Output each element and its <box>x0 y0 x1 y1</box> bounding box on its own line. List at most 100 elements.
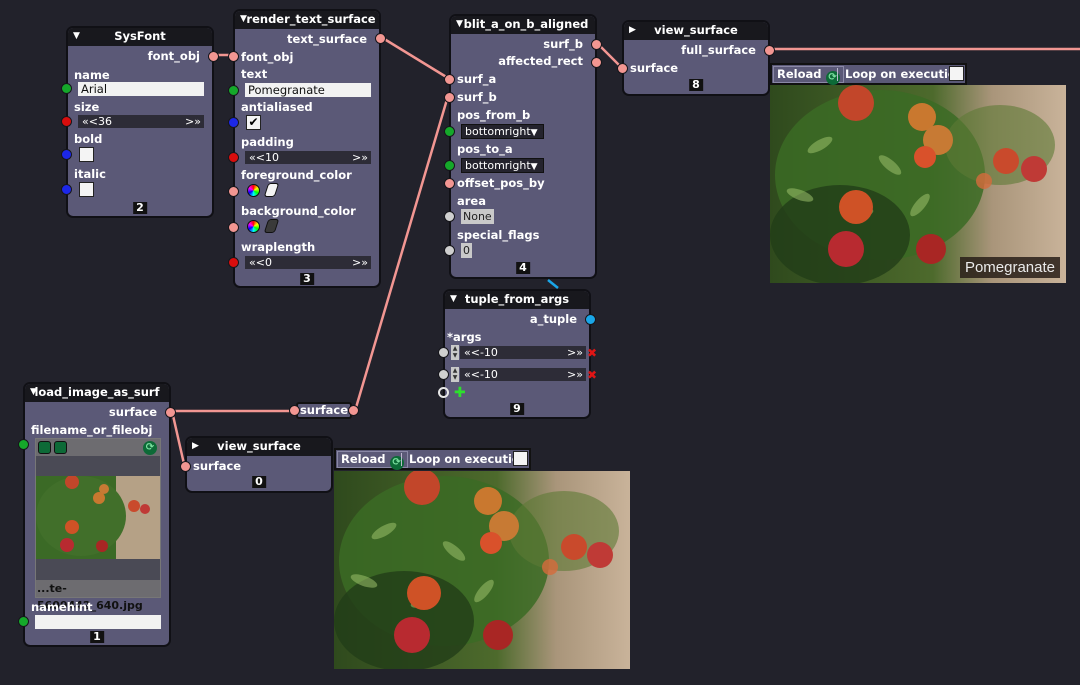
input-socket-font-obj[interactable] <box>228 51 239 62</box>
add-arg-icon[interactable]: ✚ <box>454 386 466 400</box>
file-picker-widget[interactable]: ⟳ ...te-5609442_640.jpg <box>35 438 161 612</box>
increment-icon[interactable]: >» <box>567 346 583 359</box>
input-socket-foreground-color[interactable] <box>228 186 239 197</box>
collapse-icon[interactable]: ▼ <box>450 291 457 308</box>
collapse-icon[interactable]: ▼ <box>73 28 80 45</box>
color-picker-icon[interactable] <box>247 184 260 197</box>
input-socket-wraplength[interactable] <box>228 257 239 268</box>
node-view-surface-0[interactable]: ▶ view_surface surface 0 <box>180 436 333 493</box>
node-header[interactable]: ▼ render_text_surface <box>235 11 379 29</box>
decrement-icon[interactable]: «< <box>82 115 98 128</box>
italic-checkbox[interactable] <box>79 182 94 197</box>
reorder-handle[interactable]: ▲ ▼ <box>451 345 459 360</box>
output-socket-full-surface[interactable] <box>764 45 775 56</box>
expand-icon[interactable]: ▶ <box>192 438 199 455</box>
reload-button[interactable]: Reload ⟳ <box>337 451 408 470</box>
input-socket-text[interactable] <box>228 85 239 96</box>
move-down-icon[interactable]: ▼ <box>451 374 459 381</box>
input-socket-surface[interactable] <box>180 461 191 472</box>
pos-to-a-select[interactable]: bottomright▼ <box>461 158 544 173</box>
proxy-output-socket[interactable] <box>348 405 359 416</box>
loop-on-execution-checkbox[interactable] <box>949 66 964 81</box>
input-socket-antialiased[interactable] <box>228 117 239 128</box>
input-socket-padding[interactable] <box>228 152 239 163</box>
input-socket-special-flags[interactable] <box>444 245 455 256</box>
input-socket-namehint[interactable] <box>18 616 29 627</box>
node-view-surface-8[interactable]: ▶ view_surface full_surface surface 8 <box>617 20 775 96</box>
node-render-text-surface[interactable]: ▼ render_text_surface text_surface font_… <box>228 9 386 288</box>
collapse-icon[interactable]: ▼ <box>240 11 247 28</box>
arg-1-int-field[interactable]: «<-10 >» <box>460 368 586 381</box>
text-input[interactable]: Pomegranate <box>245 83 371 97</box>
expand-icon[interactable]: ▶ <box>629 22 636 39</box>
output-socket-a-tuple[interactable] <box>585 314 596 325</box>
pos-from-b-select[interactable]: bottomright▼ <box>461 124 544 139</box>
output-socket-surface[interactable] <box>165 407 176 418</box>
collapse-icon[interactable]: ▼ <box>456 16 463 33</box>
increment-icon[interactable]: >» <box>185 115 201 128</box>
input-socket-size[interactable] <box>61 116 72 127</box>
remove-arg-icon[interactable]: ✖ <box>587 347 597 359</box>
input-socket-surface[interactable] <box>617 63 628 74</box>
input-socket-name[interactable] <box>61 83 72 94</box>
move-up-icon[interactable]: ▲ <box>451 345 459 352</box>
color-picker-icon[interactable] <box>247 220 260 233</box>
reorder-handle[interactable]: ▲ ▼ <box>451 367 459 382</box>
input-socket-surf-a[interactable] <box>444 74 455 85</box>
arg-0-int-field[interactable]: «<-10 >» <box>460 346 586 359</box>
decrement-icon[interactable]: «< <box>464 346 480 359</box>
output-socket-surf-b[interactable] <box>591 39 602 50</box>
foreground-color-swatch[interactable] <box>263 183 280 197</box>
background-color-swatch[interactable] <box>263 219 280 233</box>
loop-on-execution-checkbox[interactable] <box>513 451 528 466</box>
reload-file-icon[interactable]: ⟳ <box>143 441 157 455</box>
decrement-icon[interactable]: «< <box>249 151 265 164</box>
bold-checkbox[interactable] <box>79 147 94 162</box>
collapse-icon[interactable]: ▼ <box>30 384 37 401</box>
input-socket-arg-1[interactable] <box>438 369 449 380</box>
input-socket-new-arg[interactable] <box>438 387 449 398</box>
node-tuple-from-args[interactable]: ▼ tuple_from_args a_tuple *args ▲ ▼ «<-10… <box>438 289 597 419</box>
wraplength-int-field[interactable]: «<0 >» <box>245 256 371 269</box>
node-header[interactable]: ▼ tuple_from_args <box>445 291 589 309</box>
image-file-icon[interactable] <box>54 441 67 454</box>
increment-icon[interactable]: >» <box>567 368 583 381</box>
output-socket-affected-rect[interactable] <box>591 57 602 68</box>
input-socket-bold[interactable] <box>61 149 72 160</box>
name-input[interactable]: Arial <box>78 82 204 96</box>
increment-icon[interactable]: >» <box>352 151 368 164</box>
special-flags-value[interactable]: 0 <box>461 243 472 258</box>
node-blit-a-on-b-aligned[interactable]: ▼ blit_a_on_b_aligned surf_b affected_re… <box>444 14 602 279</box>
node-header[interactable]: ▶ view_surface <box>624 22 768 40</box>
input-socket-area[interactable] <box>444 211 455 222</box>
input-socket-pos-from-b[interactable] <box>444 126 455 137</box>
node-header[interactable]: ▼ SysFont <box>68 28 212 46</box>
node-sysfont[interactable]: ▼ SysFont font_obj name Arial size «<36 … <box>61 26 219 218</box>
output-socket-font-obj[interactable] <box>208 51 219 62</box>
padding-int-field[interactable]: «<10 >» <box>245 151 371 164</box>
proxy-input-socket[interactable] <box>289 405 300 416</box>
antialiased-checkbox[interactable]: ✔ <box>246 115 261 130</box>
input-socket-offset-pos-by[interactable] <box>444 178 455 189</box>
node-header[interactable]: ▼ blit_a_on_b_aligned <box>451 16 595 34</box>
size-int-field[interactable]: «<36 >» <box>78 115 204 128</box>
move-up-icon[interactable]: ▲ <box>451 367 459 374</box>
input-socket-arg-0[interactable] <box>438 347 449 358</box>
input-socket-italic[interactable] <box>61 184 72 195</box>
reroute-proxy-node[interactable]: surface <box>296 402 352 419</box>
decrement-icon[interactable]: «< <box>464 368 480 381</box>
remove-arg-icon[interactable]: ✖ <box>587 369 597 381</box>
input-socket-pos-to-a[interactable] <box>444 160 455 171</box>
node-load-image-as-surf[interactable]: ▼ load_image_as_surf surface filename_or… <box>18 382 176 647</box>
input-socket-background-color[interactable] <box>228 222 239 233</box>
area-value[interactable]: None <box>461 209 494 224</box>
input-socket-surf-b[interactable] <box>444 92 455 103</box>
reload-button[interactable]: Reload ⟳ <box>773 66 844 85</box>
move-down-icon[interactable]: ▼ <box>451 352 459 359</box>
node-header[interactable]: ▶ view_surface <box>187 438 331 456</box>
open-folder-icon[interactable] <box>38 441 51 454</box>
output-socket-text-surface[interactable] <box>375 33 386 44</box>
decrement-icon[interactable]: «< <box>249 256 265 269</box>
node-header[interactable]: ▼ load_image_as_surf <box>25 384 169 402</box>
increment-icon[interactable]: >» <box>352 256 368 269</box>
